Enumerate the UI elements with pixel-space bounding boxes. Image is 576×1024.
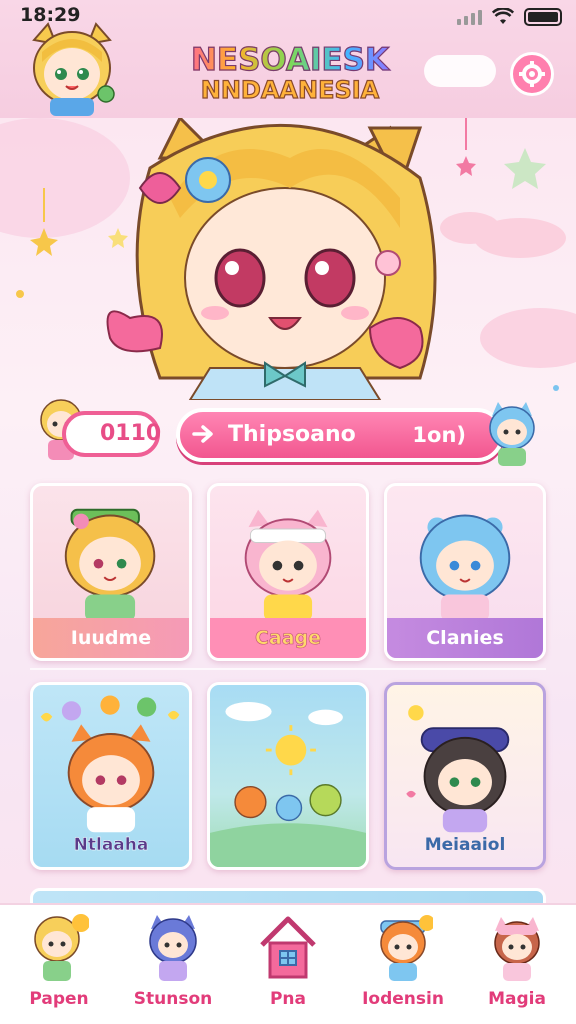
player-name: Thipsoano (228, 422, 356, 447)
card-character-art (64, 508, 156, 622)
nav-label: Iodensin (362, 989, 444, 1009)
settings-button[interactable] (510, 52, 554, 96)
nav-item-papen[interactable]: Papen (4, 905, 114, 1024)
card-character-art (244, 509, 332, 622)
nav-label: Magia (488, 989, 546, 1009)
nav-item-magia[interactable]: Magia (462, 905, 572, 1024)
wifi-icon (492, 8, 514, 24)
nav-item-stunson[interactable]: Stunson (118, 905, 228, 1024)
card-label: Caage (210, 618, 366, 658)
logo-subtitle: NNDAANESIA (200, 75, 380, 104)
card-label: Clanies (387, 618, 543, 658)
section-divider (30, 668, 546, 670)
weather-scene-art (210, 701, 366, 867)
home-icon (260, 916, 316, 979)
card-character-art (419, 514, 511, 622)
card-character-art (40, 695, 180, 833)
weather-card[interactable] (207, 682, 369, 870)
character-card-1[interactable]: Iuudme (30, 483, 192, 661)
nav-character-icon (494, 917, 540, 981)
nav-label: Pna (269, 989, 307, 1009)
game-logo: NESOAIESK NNDAANESIA (180, 41, 400, 104)
bottom-nav: Papen Stunson Pna Iodensin Magia (0, 903, 576, 1024)
nav-character-icon (34, 914, 89, 981)
cloud-decoration (424, 55, 496, 87)
hero-character[interactable] (100, 118, 480, 400)
character-card-3[interactable]: Clanies (384, 483, 546, 661)
status-icons (457, 8, 562, 26)
arrow-right-icon (192, 425, 213, 443)
nav-label: Papen (29, 989, 89, 1009)
card-label: Ntlaaha (73, 835, 149, 855)
battery-icon (524, 8, 562, 26)
signal-icon (457, 9, 482, 25)
character-card-6[interactable]: Meiaaiol (384, 682, 546, 870)
nav-label: Stunson (133, 989, 213, 1009)
mini-character-right (489, 402, 535, 466)
character-card-4[interactable]: Ntlaaha (30, 682, 192, 870)
logo-title: NESOAIESK (180, 41, 400, 78)
nav-item-iodensin[interactable]: Iodensin (348, 905, 458, 1024)
card-label: Meiaaiol (424, 835, 506, 855)
score-value: 0110 (100, 421, 162, 446)
gear-icon (519, 61, 545, 87)
nav-item-pna[interactable]: Pna (233, 905, 343, 1024)
card-label: Iuudme (33, 618, 189, 658)
player-avatar[interactable] (26, 22, 118, 116)
nav-character-icon (380, 915, 433, 981)
player-name-bar[interactable]: Thipsoano 1on) (176, 408, 504, 462)
character-card-2[interactable]: Caage (207, 483, 369, 661)
card-character-art (406, 705, 510, 833)
timer-value: 1on) (412, 423, 466, 447)
nav-character-icon (149, 915, 197, 981)
